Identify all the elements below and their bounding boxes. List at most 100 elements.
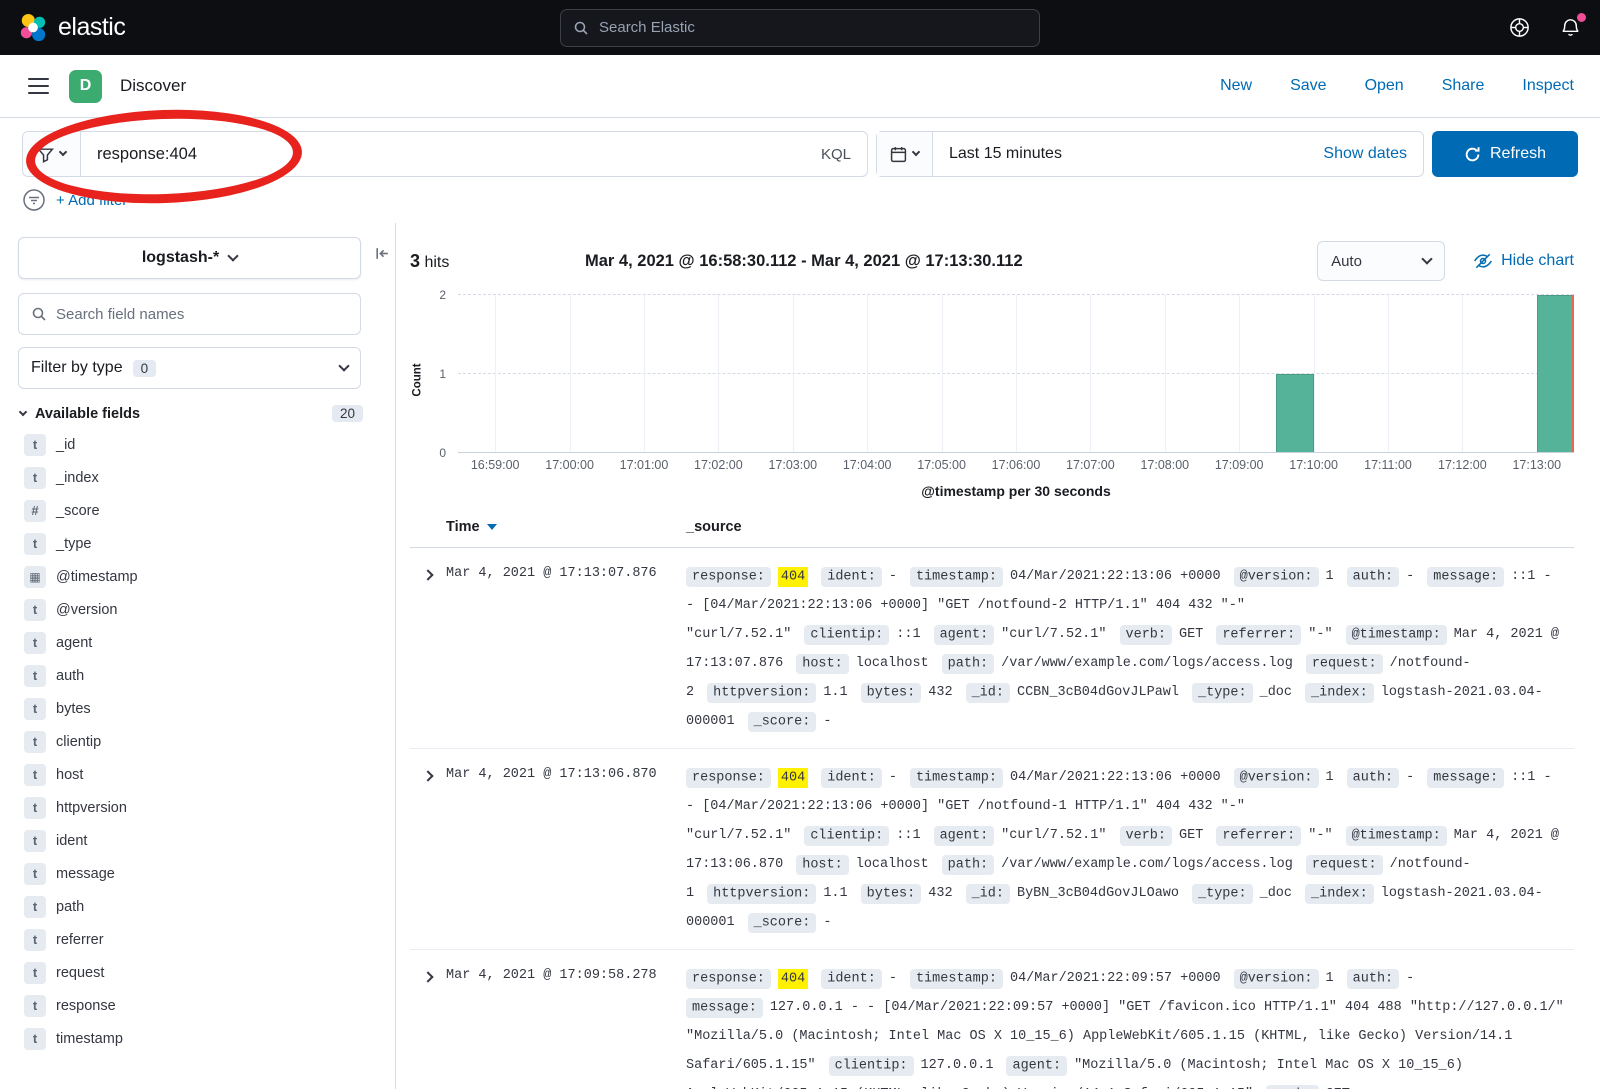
x-gridline (867, 295, 868, 452)
field-name: referrer (56, 932, 104, 948)
source-field-key: @version: (1234, 768, 1319, 788)
source-column-header: _source (686, 519, 742, 535)
global-search[interactable] (560, 9, 1040, 47)
chevron-right-icon (422, 770, 433, 781)
source-field-value: - (823, 714, 831, 729)
field-item-httpversion[interactable]: thttpversion (18, 791, 377, 824)
field-item-timestamp[interactable]: ttimestamp (18, 1022, 377, 1055)
space-avatar[interactable]: D (69, 70, 102, 103)
refresh-button[interactable]: Refresh (1432, 131, 1578, 177)
number-field-icon: # (24, 500, 46, 522)
help-icon[interactable] (1508, 16, 1531, 39)
available-fields-accordion[interactable]: Available fields 20 (18, 405, 377, 422)
chevron-down-icon (228, 250, 239, 261)
appbar-action-share[interactable]: Share (1442, 77, 1485, 95)
query-language-button[interactable]: KQL (811, 146, 851, 163)
source-field-key: timestamp: (910, 567, 1003, 587)
field-item-clientip[interactable]: tclientip (18, 725, 377, 758)
time-column-header[interactable]: Time (446, 519, 686, 535)
field-name: path (56, 899, 84, 915)
time-range-display[interactable]: Last 15 minutes Show dates (933, 145, 1423, 163)
source-field-value: "curl/7.52.1" (1001, 828, 1106, 843)
field-item-referrer[interactable]: treferrer (18, 923, 377, 956)
sort-descending-icon[interactable] (487, 524, 497, 530)
expand-row-button[interactable] (410, 562, 446, 736)
source-field-value: localhost (856, 656, 929, 671)
field-item-response[interactable]: tresponse (18, 989, 377, 1022)
x-axis-label: @timestamp per 30 seconds (410, 483, 1574, 499)
field-name: _score (56, 503, 100, 519)
appbar-action-open[interactable]: Open (1365, 77, 1404, 95)
field-item-@version[interactable]: t@version (18, 593, 377, 626)
chevron-right-icon (422, 972, 433, 983)
field-item-_id[interactable]: t_id (18, 428, 377, 461)
source-field-value: 432 (928, 685, 952, 700)
doc-source-cell: response:404ident:-timestamp:04/Mar/2021… (686, 964, 1574, 1089)
field-item-request[interactable]: trequest (18, 956, 377, 989)
show-dates-button[interactable]: Show dates (1323, 145, 1407, 163)
hits-count: 3 hits (410, 251, 585, 272)
field-item-bytes[interactable]: tbytes (18, 692, 377, 725)
appbar-action-inspect[interactable]: Inspect (1522, 77, 1574, 95)
query-input[interactable] (97, 145, 811, 164)
filter-bar: + Add filter (0, 185, 1600, 223)
histogram-chart: Count 012 (410, 295, 1574, 453)
field-name: bytes (56, 701, 91, 717)
menu-icon[interactable] (26, 74, 51, 98)
x-tick-label: 17:03:00 (768, 458, 817, 472)
collapse-sidebar-icon[interactable] (374, 245, 391, 262)
x-tick-label: 17:11:00 (1364, 458, 1412, 472)
y-axis-label: Count (412, 363, 424, 396)
source-field-key: bytes: (861, 884, 922, 904)
x-tick-label: 17:00:00 (545, 458, 594, 472)
field-item-agent[interactable]: tagent (18, 626, 377, 659)
chevron-down-icon (912, 148, 920, 156)
add-filter-button[interactable]: + Add filter (56, 192, 127, 209)
source-field-key: _score: (748, 712, 817, 732)
elastic-logo[interactable]: elastic (18, 13, 125, 43)
field-item-host[interactable]: thost (18, 758, 377, 791)
eye-slash-icon (1473, 251, 1493, 271)
histogram-bar[interactable] (1537, 295, 1574, 452)
filter-by-type-button[interactable]: Filter by type 0 (18, 347, 361, 389)
source-field-key: _id: (966, 884, 1010, 904)
field-search-input[interactable] (56, 306, 348, 323)
query-bar: KQL Last 15 minutes Show dates Refresh (0, 118, 1600, 185)
date-picker-menu-button[interactable] (877, 132, 933, 176)
source-field-key: httpversion: (707, 884, 816, 904)
expand-row-button[interactable] (410, 964, 446, 1089)
source-field-key: clientip: (829, 1056, 914, 1076)
filter-circle-icon[interactable] (22, 188, 46, 212)
source-field-key: host: (796, 654, 849, 674)
field-item-ident[interactable]: tident (18, 824, 377, 857)
field-name: auth (56, 668, 84, 684)
field-item-_score[interactable]: # _score (18, 494, 377, 527)
time-range-value[interactable]: Last 15 minutes (949, 145, 1062, 163)
source-field-value: ::1 (896, 828, 920, 843)
source-field-key: message: (686, 998, 763, 1018)
field-item-_type[interactable]: t_type (18, 527, 377, 560)
field-item-message[interactable]: tmessage (18, 857, 377, 890)
x-tick-label: 17:07:00 (1066, 458, 1115, 472)
hide-chart-button[interactable]: Hide chart (1473, 251, 1574, 271)
appbar-action-save[interactable]: Save (1290, 77, 1326, 95)
chart-plot (458, 295, 1574, 453)
source-field-key: ident: (821, 768, 882, 788)
field-item-@timestamp[interactable]: ▦@timestamp (18, 560, 377, 593)
string-field-icon: t (24, 962, 46, 984)
source-field-key: _index: (1305, 683, 1374, 703)
expand-row-button[interactable] (410, 763, 446, 937)
source-field-value: 1 (1326, 770, 1334, 785)
field-search[interactable] (18, 293, 361, 335)
interval-select[interactable]: Auto (1317, 241, 1445, 281)
notifications-icon[interactable] (1559, 16, 1582, 39)
field-item-_index[interactable]: t_index (18, 461, 377, 494)
field-item-auth[interactable]: tauth (18, 659, 377, 692)
saved-query-menu-button[interactable] (23, 132, 81, 176)
field-item-path[interactable]: tpath (18, 890, 377, 923)
global-search-input[interactable] (599, 19, 1027, 36)
index-pattern-select[interactable]: logstash-* (18, 237, 361, 279)
appbar-action-new[interactable]: New (1220, 77, 1252, 95)
source-field-key: request: (1306, 855, 1383, 875)
histogram-bar[interactable] (1276, 374, 1313, 453)
